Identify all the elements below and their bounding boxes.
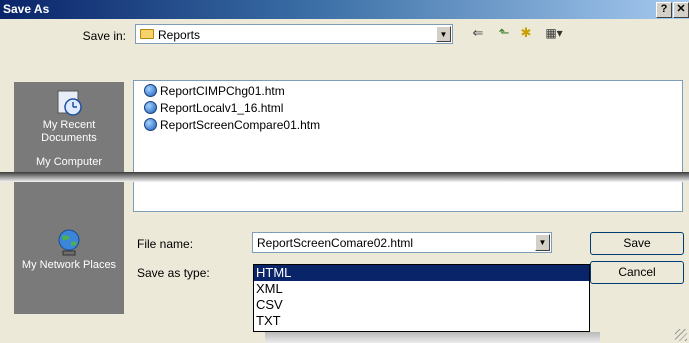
- list-item[interactable]: ReportCIMPChg01.htm: [144, 84, 285, 98]
- html-file-icon: [144, 118, 157, 131]
- save-in-label: Save in:: [82, 29, 126, 43]
- save-in-dropdown[interactable]: Reports ▼: [135, 24, 453, 44]
- type-option-csv[interactable]: CSV: [254, 297, 589, 313]
- title-bar: Save As ? ✕: [0, 0, 689, 19]
- dropdown-shadow: [265, 332, 600, 343]
- list-item[interactable]: ReportScreenCompare01.htm: [144, 118, 320, 132]
- type-option-html[interactable]: HTML: [254, 265, 589, 281]
- place-my-recent-documents[interactable]: My Recent Documents: [14, 88, 124, 145]
- save-as-type-label: Save as type:: [137, 266, 210, 280]
- up-one-level-button[interactable]: ⬑: [495, 24, 513, 42]
- places-bar: My Recent Documents My Computer My Netwo…: [14, 82, 124, 314]
- place-my-computer[interactable]: My Computer: [14, 156, 124, 169]
- file-name: ReportScreenCompare01.htm: [160, 118, 321, 132]
- file-list[interactable]: ReportCIMPChg01.htm ReportLocalv1_16.htm…: [133, 80, 683, 175]
- file-list-lower[interactable]: [133, 182, 683, 212]
- place-label: My Computer: [35, 156, 103, 168]
- views-menu-button[interactable]: ▦▾: [541, 24, 567, 42]
- folder-icon: [140, 29, 154, 39]
- back-button[interactable]: ⇐: [469, 24, 487, 42]
- place-my-network-places[interactable]: My Network Places: [14, 228, 124, 272]
- file-name-field[interactable]: ReportScreenComare02.html ▼: [252, 232, 552, 253]
- resize-grip[interactable]: [675, 329, 687, 341]
- cancel-button[interactable]: Cancel: [590, 261, 684, 284]
- file-name-value: ReportScreenComare02.html: [257, 236, 414, 250]
- list-item[interactable]: ReportLocalv1_16.html: [144, 101, 283, 115]
- file-name: ReportCIMPChg01.htm: [160, 84, 285, 98]
- save-in-value: Reports: [158, 28, 201, 42]
- html-file-icon: [144, 101, 157, 114]
- html-file-icon: [144, 84, 157, 97]
- save-button[interactable]: Save: [590, 232, 684, 255]
- globe-icon: [58, 229, 80, 256]
- place-label: My Recent Documents: [41, 119, 97, 144]
- new-folder-button[interactable]: ✱: [517, 24, 535, 42]
- file-name: ReportLocalv1_16.html: [160, 101, 284, 115]
- save-as-type-dropdown-list[interactable]: HTML XML CSV TXT: [253, 264, 590, 332]
- clock-icon: [57, 90, 82, 116]
- place-label: My Network Places: [21, 259, 117, 271]
- cropped-gap-divider: [0, 172, 689, 182]
- type-option-xml[interactable]: XML: [254, 281, 589, 297]
- file-name-label: File name:: [137, 237, 194, 251]
- chevron-down-icon[interactable]: ▼: [436, 26, 451, 42]
- type-option-txt[interactable]: TXT: [254, 313, 589, 329]
- window-title: Save As: [3, 2, 50, 16]
- chevron-down-icon[interactable]: ▼: [535, 234, 550, 251]
- help-button[interactable]: ?: [656, 2, 672, 18]
- close-button[interactable]: ✕: [673, 2, 689, 18]
